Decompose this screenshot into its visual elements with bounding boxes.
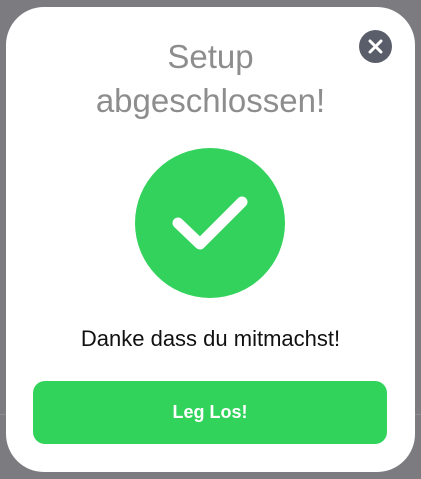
dialog-title-line-2: abgeschlossen! — [95, 82, 326, 119]
thank-you-message: Danke dass du mitmachst! — [80, 326, 341, 351]
setup-complete-dialog: Setup abgeschlossen! Danke dass du mitma… — [6, 7, 415, 472]
success-badge — [135, 148, 285, 298]
dialog-title: Setup abgeschlossen! — [6, 35, 415, 123]
dialog-title-line-1: Setup — [167, 38, 254, 75]
get-started-button[interactable]: Leg Los! — [33, 381, 387, 444]
checkmark-icon — [172, 196, 248, 250]
